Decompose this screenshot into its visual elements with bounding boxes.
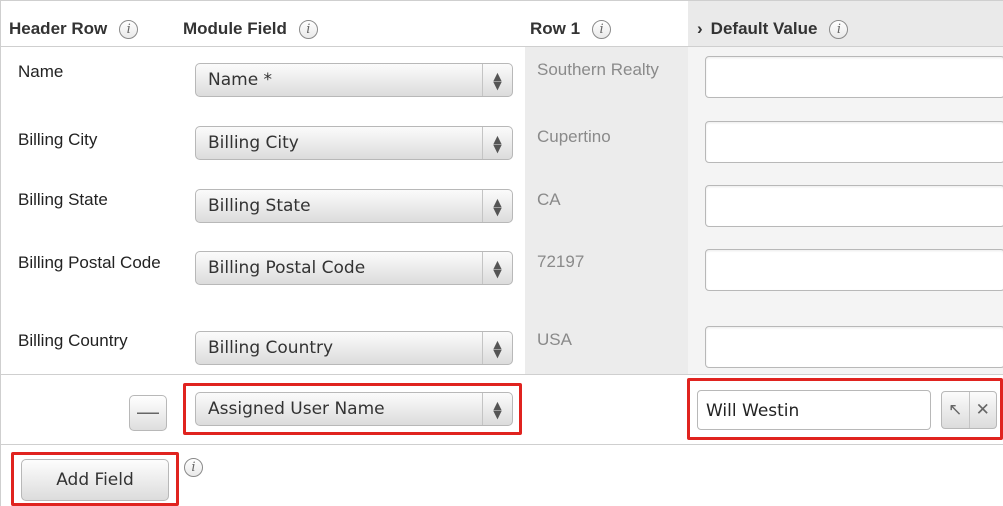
row-header-label: Billing State <box>18 190 108 209</box>
added-row-divider <box>0 374 1003 375</box>
select-arrows-icon: ▲ ▼ <box>482 393 512 425</box>
row-header-label: Billing Postal Code <box>18 253 161 272</box>
default-value-input[interactable] <box>705 185 1003 227</box>
clear-icon[interactable]: ✕ <box>968 392 997 428</box>
row1-value: 72197 <box>537 252 585 271</box>
row-header-label: Billing Country <box>18 331 128 350</box>
default-value-input[interactable] <box>705 326 1003 368</box>
module-field-select[interactable]: Billing State ▲ ▼ <box>195 189 513 223</box>
remove-field-button[interactable]: — <box>129 395 167 431</box>
row1-value: USA <box>537 330 572 349</box>
select-arrows-icon: ▲ ▼ <box>482 64 512 96</box>
row1-column-bg <box>525 46 688 374</box>
add-field-info-icon[interactable]: i <box>184 458 203 477</box>
row-header-label: Name <box>18 62 64 81</box>
add-field-button[interactable]: Add Field <box>21 459 169 501</box>
select-user-arrow-icon[interactable]: ↖ <box>942 392 969 428</box>
assigned-user-default-input[interactable]: Will Westin <box>697 390 931 430</box>
table-border-top <box>0 0 1003 1</box>
row1-value: Southern Realty <box>537 60 659 79</box>
module-field-select[interactable]: Billing City ▲ ▼ <box>195 126 513 160</box>
default-value-input[interactable] <box>705 249 1003 291</box>
module-field-label: Module Field <box>183 19 287 38</box>
footer-divider <box>0 444 1003 445</box>
header-row-label: Header Row <box>9 19 108 38</box>
row1-info-icon[interactable]: i <box>592 19 612 39</box>
default-value-info-icon[interactable]: i <box>829 19 849 39</box>
default-value-input[interactable] <box>705 56 1003 98</box>
default-value-label: Default Value <box>710 19 818 38</box>
assigned-user-field-select[interactable]: Assigned User Name ▲ ▼ <box>195 392 513 426</box>
row1-value: CA <box>537 190 561 209</box>
module-field-select[interactable]: Billing Country ▲ ▼ <box>195 331 513 365</box>
select-arrows-icon: ▲ ▼ <box>482 127 512 159</box>
row1-value: Cupertino <box>537 127 611 146</box>
default-value-heading[interactable]: › Default Value i <box>697 14 849 44</box>
header-divider <box>0 46 1003 47</box>
row1-heading: Row 1 i <box>530 14 612 44</box>
row-header-label: Billing City <box>18 130 98 149</box>
module-field-select[interactable]: Name * ▲ ▼ <box>195 63 513 97</box>
select-arrows-icon: ▲ ▼ <box>482 332 512 364</box>
module-field-heading: Module Field i <box>183 14 318 44</box>
chevron-right-icon: › <box>697 19 703 38</box>
header-row-heading: Header Row i <box>9 14 139 44</box>
select-arrows-icon: ▲ ▼ <box>482 190 512 222</box>
table-border-left <box>0 0 1 506</box>
module-field-select[interactable]: Billing Postal Code ▲ ▼ <box>195 251 513 285</box>
header-row-info-icon[interactable]: i <box>119 19 139 39</box>
user-select-button-group: ↖ ✕ <box>941 391 997 429</box>
select-arrows-icon: ▲ ▼ <box>482 252 512 284</box>
default-value-input[interactable] <box>705 121 1003 163</box>
module-field-info-icon[interactable]: i <box>298 19 318 39</box>
row1-label: Row 1 <box>530 19 581 38</box>
